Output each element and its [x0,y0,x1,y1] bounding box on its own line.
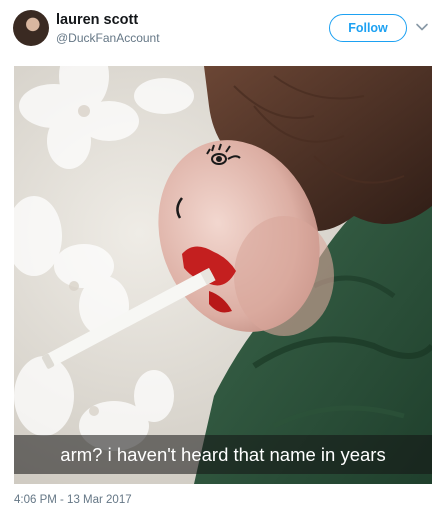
follow-button[interactable]: Follow [329,14,407,42]
snapchat-caption-bar: arm? i haven't heard that name in years [14,435,432,474]
photo-caption: arm? i haven't heard that name in years [60,444,386,465]
tweet-photo[interactable]: arm? i haven't heard that name in years [14,66,432,484]
author-display-name[interactable]: lauren scott [56,12,138,28]
avatar[interactable] [13,10,49,46]
tweet-timestamp[interactable]: 4:06 PM - 13 Mar 2017 [14,494,132,506]
chevron-down-icon[interactable] [414,19,430,35]
photo-illustration [14,66,432,484]
author-handle[interactable]: @DuckFanAccount [56,31,160,45]
tweet-header: lauren scott @DuckFanAccount Follow [0,0,443,62]
